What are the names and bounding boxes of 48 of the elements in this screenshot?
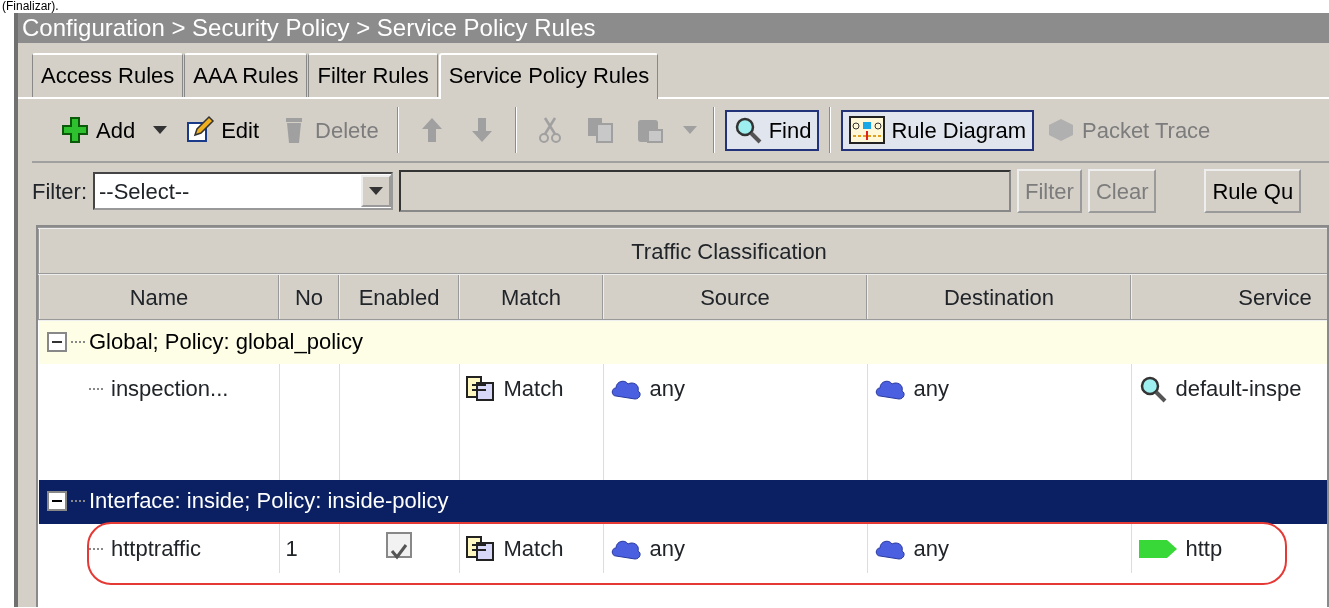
column-header[interactable]: No bbox=[279, 274, 339, 320]
match-text: Match bbox=[503, 375, 564, 403]
column-header[interactable]: Service bbox=[1131, 274, 1327, 320]
toolbar-button[interactable]: Rule Diagram bbox=[841, 109, 1034, 151]
caret-icon bbox=[682, 126, 697, 134]
diagram-icon bbox=[849, 115, 886, 145]
column-group-header: Traffic Classification bbox=[39, 228, 1327, 274]
rule-name: httptraffic bbox=[111, 535, 202, 563]
document-icon bbox=[465, 535, 496, 562]
destination-text: any bbox=[913, 375, 949, 403]
column-header[interactable]: Name bbox=[39, 274, 279, 320]
document-icon bbox=[465, 375, 496, 402]
collapse-icon[interactable] bbox=[47, 490, 67, 511]
tab[interactable]: AAA Rules bbox=[184, 53, 308, 97]
edit-icon bbox=[185, 115, 216, 145]
match-text: Match bbox=[503, 535, 564, 563]
column-header[interactable]: Source bbox=[603, 274, 867, 320]
rule-name: inspection... bbox=[111, 375, 229, 403]
caret-icon bbox=[153, 126, 168, 134]
filter-button[interactable]: Rule Qu bbox=[1204, 169, 1302, 213]
group-label: Interface: inside; Policy: inside-policy bbox=[89, 487, 449, 515]
filter-label: Filter: bbox=[32, 177, 87, 206]
caret-icon bbox=[369, 187, 383, 195]
group-label: Global; Policy: global_policy bbox=[89, 328, 363, 356]
column-header[interactable]: Match bbox=[459, 274, 603, 320]
tab[interactable]: Filter Rules bbox=[308, 53, 438, 97]
source-text: any bbox=[649, 535, 685, 563]
toolbar-button[interactable]: Edit bbox=[177, 109, 268, 151]
breadcrumb-title: Configuration > Security Policy > Service Policy Rules bbox=[18, 13, 1329, 43]
collapse-icon[interactable] bbox=[47, 331, 67, 352]
rule-number: 1 bbox=[285, 536, 298, 561]
filter-select[interactable]: --Select-- bbox=[93, 172, 393, 210]
tab[interactable]: Access Rules bbox=[32, 53, 184, 97]
caption-fragment: (Finalizar). bbox=[1, 0, 60, 13]
filter-input[interactable] bbox=[399, 170, 1011, 212]
toolbar-button[interactable]: Find bbox=[724, 109, 820, 151]
plus-icon bbox=[60, 115, 90, 145]
service-text: http bbox=[1185, 535, 1223, 563]
column-header[interactable]: Destination bbox=[867, 274, 1131, 320]
tcp-icon bbox=[1137, 537, 1178, 560]
enabled-checkbox[interactable] bbox=[386, 532, 412, 558]
destination-text: any bbox=[913, 535, 949, 563]
source-text: any bbox=[649, 375, 685, 403]
rule-row[interactable]: httptraffic 1 Match any any http bbox=[39, 524, 1327, 573]
service-text: default-inspe bbox=[1175, 375, 1302, 403]
tab[interactable]: Service Policy Rules bbox=[438, 53, 659, 99]
toolbar-button[interactable]: Add bbox=[52, 109, 144, 151]
column-header[interactable]: Enabled bbox=[339, 274, 459, 320]
